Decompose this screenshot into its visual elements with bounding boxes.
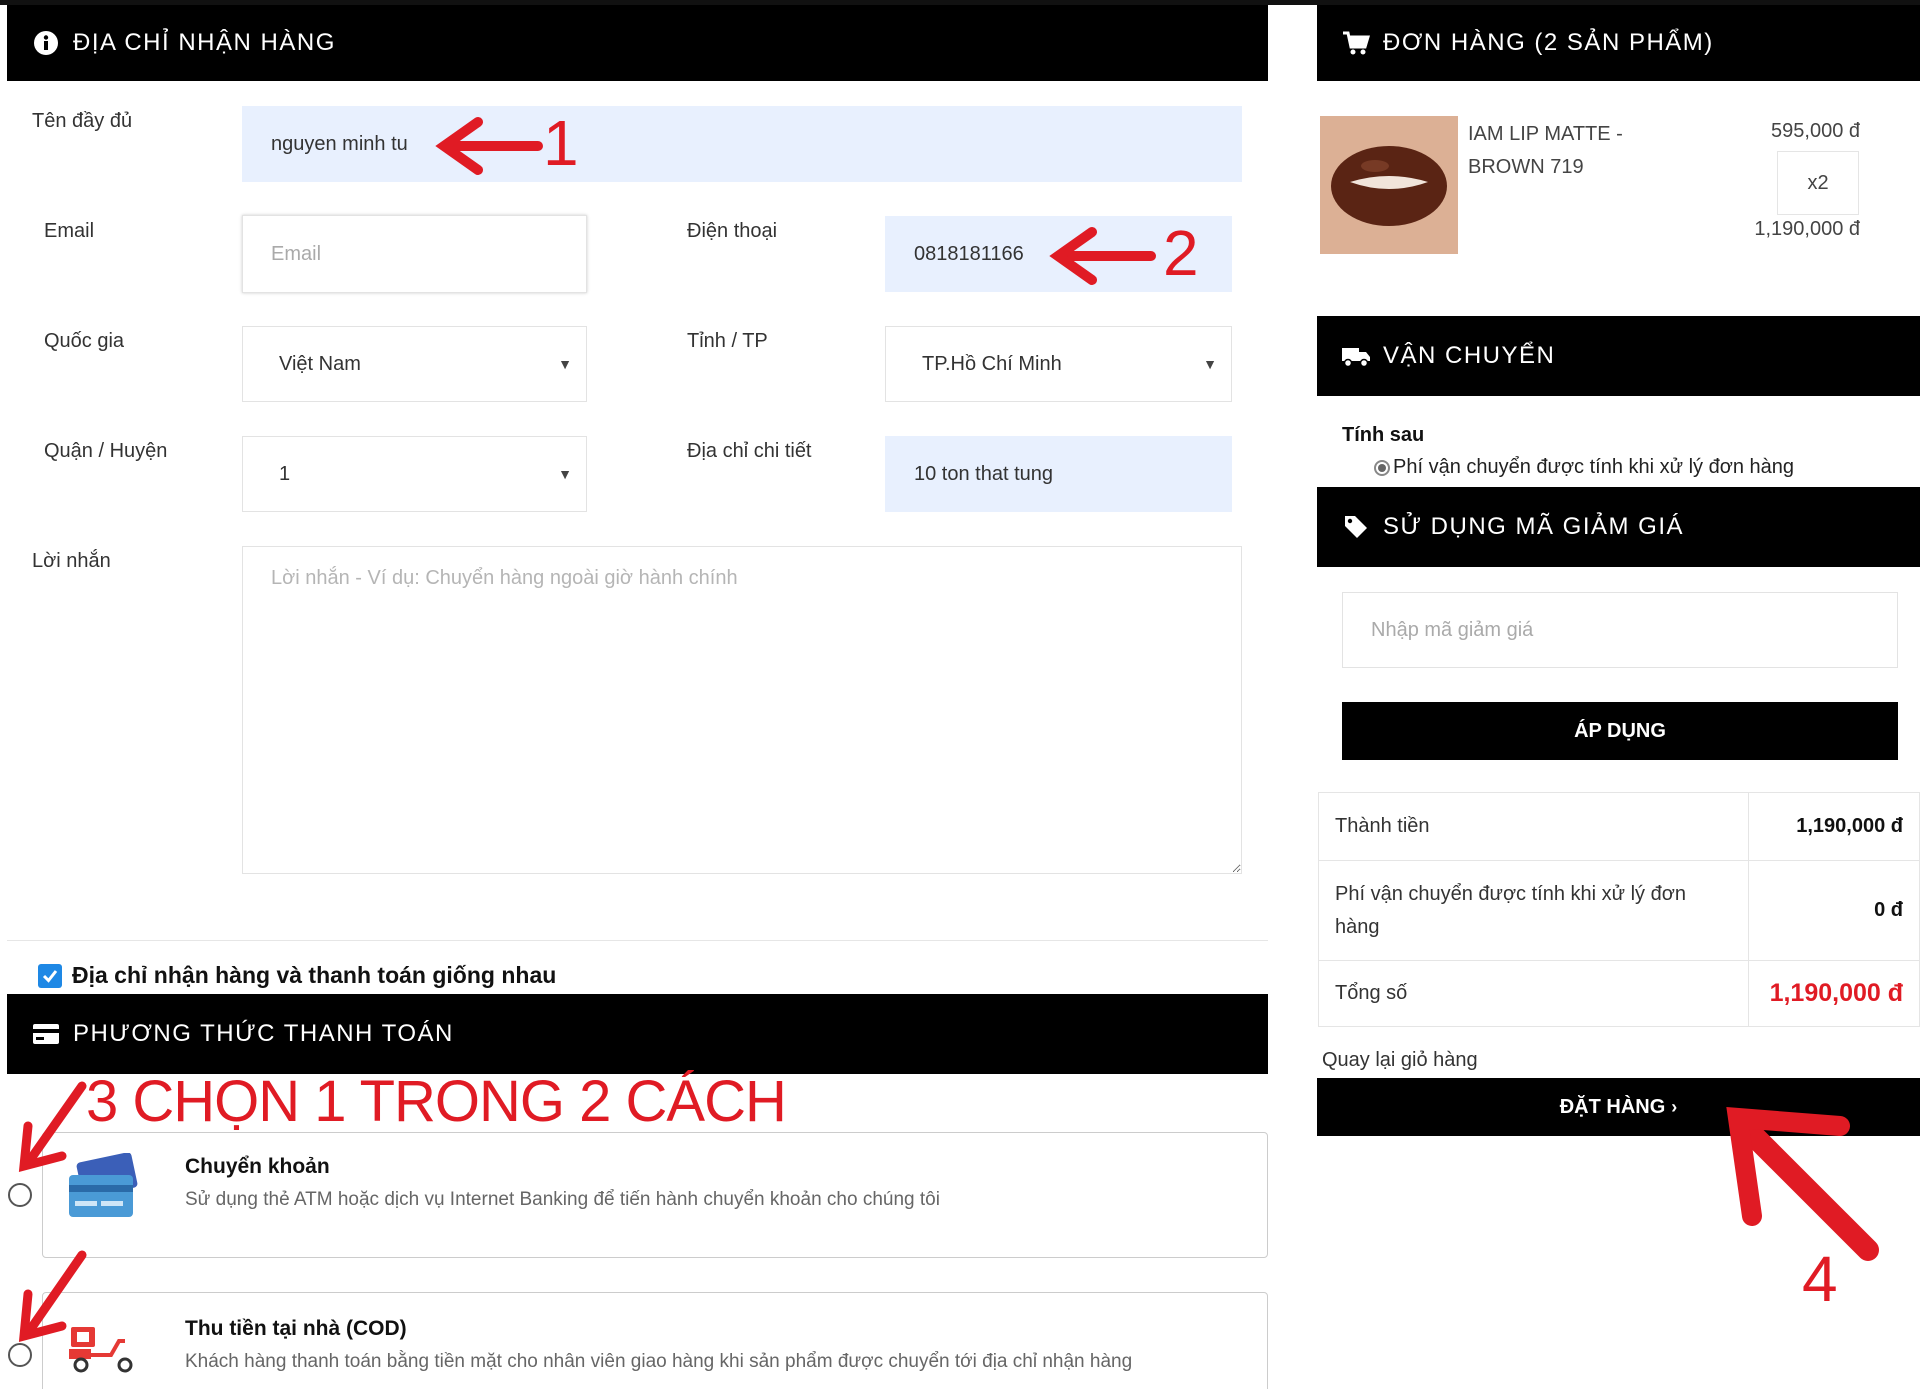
info-icon [31, 28, 61, 58]
discount-header: SỬ DỤNG MÃ GIẢM GIÁ [1317, 487, 1920, 567]
phone-label: Điện thoại [687, 220, 778, 242]
tag-icon [1341, 512, 1371, 542]
same-address-label: Địa chỉ nhận hàng và thanh toán giống nh… [72, 962, 557, 988]
shipping-method-radio[interactable] [1374, 459, 1390, 476]
shipping-title: VẬN CHUYỂN [1383, 342, 1556, 369]
full-name-field[interactable]: nguyen minh tu [242, 106, 1242, 182]
annotation-2-label: 2 [1163, 217, 1199, 289]
product-line-total: 1,190,000 đ [1754, 218, 1860, 240]
shipping-method-label: Phí vận chuyển được tính khi xử lý đơn h… [1393, 456, 1795, 478]
bank-card-icon [65, 1152, 141, 1228]
province-value: TP.Hồ Chí Minh [922, 352, 1062, 375]
chevron-down-icon: ▼ [558, 356, 572, 372]
order-header: ĐƠN HÀNG (2 SẢN PHẨM) [1317, 5, 1920, 81]
total-label: Tổng số [1318, 960, 1749, 1027]
shipping-fee-label: Phí vận chuyển được tính khi xử lý đơn h… [1318, 860, 1749, 961]
shipping-address-title: ĐỊA CHỈ NHẬN HÀNG [73, 29, 336, 56]
annotation-3-label: 3 CHỌN 1 TRONG 2 CÁCH [86, 1069, 787, 1134]
district-select[interactable]: 1 ▼ [242, 436, 587, 512]
bank-transfer-desc: Sử dụng thẻ ATM hoặc dịch vụ Internet Ba… [185, 1189, 940, 1210]
subtotal-value: 1,190,000 đ [1748, 792, 1920, 861]
email-placeholder: Email [271, 242, 322, 265]
section-divider [7, 940, 1268, 941]
credit-card-icon [31, 1019, 61, 1049]
annotation-1-label: 1 [543, 107, 579, 179]
address-field[interactable]: 10 ton that tung [885, 436, 1232, 512]
phone-value: 0818181166 [914, 242, 1024, 265]
order-summary-table: Thành tiền 1,190,000 đ Phí vận chuyển đư… [1318, 792, 1920, 1027]
address-label: Địa chỉ chi tiết [687, 440, 812, 462]
chevron-right-icon: › [1671, 1096, 1678, 1117]
same-address-checkbox-row[interactable]: Địa chỉ nhận hàng và thanh toán giống nh… [38, 962, 556, 989]
total-value: 1,190,000 đ [1748, 960, 1920, 1027]
annotation-arrow-4 [1726, 1107, 1879, 1261]
bank-transfer-title: Chuyển khoản [185, 1155, 330, 1178]
discount-title: SỬ DỤNG MÃ GIẢM GIÁ [1383, 513, 1685, 540]
back-to-cart-link[interactable]: Quay lại giỏ hàng [1322, 1049, 1478, 1072]
summary-row-total: Tổng số 1,190,000 đ [1318, 960, 1920, 1027]
cod-desc: Khách hàng thanh toán bằng tiền mặt cho … [185, 1351, 1133, 1372]
shipping-address-header: ĐỊA CHỈ NHẬN HÀNG [7, 5, 1268, 81]
apply-discount-button[interactable]: ÁP DỤNG [1342, 702, 1898, 760]
delivery-scooter-icon [67, 1325, 137, 1378]
payment-title: PHƯƠNG THỨC THANH TOÁN [73, 1020, 454, 1047]
message-textarea[interactable] [242, 546, 1242, 874]
province-label: Tỉnh / TP [687, 330, 768, 352]
summary-row-shipping: Phí vận chuyển được tính khi xử lý đơn h… [1318, 860, 1920, 961]
product-unit-price: 595,000 đ [1771, 120, 1860, 142]
shipping-method-title: Tính sau [1342, 424, 1425, 446]
chevron-down-icon: ▼ [1203, 356, 1217, 372]
shipping-fee-value: 0 đ [1748, 860, 1920, 961]
place-order-label: ĐẶT HÀNG [1559, 1095, 1666, 1118]
place-order-button[interactable]: ĐẶT HÀNG › [1317, 1078, 1920, 1136]
summary-row-subtotal: Thành tiền 1,190,000 đ [1318, 792, 1920, 861]
product-image[interactable] [1320, 116, 1458, 254]
shipping-method-option[interactable]: Phí vận chuyển được tính khi xử lý đơn h… [1374, 456, 1794, 479]
country-value: Việt Nam [279, 352, 361, 375]
cart-icon [1341, 28, 1371, 58]
shipping-fee-label-line1: Phí vận chuyển được tính khi xử lý đơn [1335, 882, 1686, 905]
product-name-line1: IAM LIP MATTE - [1468, 123, 1623, 145]
email-field[interactable]: Email [242, 215, 587, 293]
same-address-checkbox[interactable] [38, 963, 62, 988]
full-name-value: nguyen minh tu [271, 132, 408, 155]
subtotal-label: Thành tiền [1318, 792, 1749, 861]
cod-title: Thu tiền tại nhà (COD) [185, 1317, 407, 1340]
product-quantity[interactable]: x2 [1777, 151, 1859, 215]
shipping-header: VẬN CHUYỂN [1317, 316, 1920, 396]
truck-icon [1341, 341, 1371, 371]
payment-radio-bank-transfer[interactable] [8, 1183, 32, 1207]
discount-placeholder: Nhập mã giảm giá [1371, 618, 1534, 641]
payment-option-bank-transfer[interactable]: Chuyển khoản Sử dụng thẻ ATM hoặc dịch v… [42, 1132, 1268, 1258]
email-label: Email [44, 220, 95, 242]
province-select[interactable]: TP.Hồ Chí Minh ▼ [885, 326, 1232, 402]
product-name-line2: BROWN 719 [1468, 156, 1584, 178]
order-title: ĐƠN HÀNG (2 SẢN PHẨM) [1383, 29, 1714, 56]
full-name-label: Tên đầy đủ [32, 110, 133, 132]
country-label: Quốc gia [44, 330, 125, 352]
annotation-4-label: 4 [1802, 1243, 1838, 1315]
discount-code-input[interactable]: Nhập mã giảm giá [1342, 592, 1898, 668]
payment-option-cod[interactable]: Thu tiền tại nhà (COD) Khách hàng thanh … [42, 1292, 1268, 1389]
message-label: Lời nhắn [32, 550, 111, 572]
shipping-fee-label-line2: hàng [1335, 915, 1380, 938]
district-label: Quận / Huyện [44, 440, 168, 462]
chevron-down-icon: ▼ [558, 466, 572, 482]
payment-header: PHƯƠNG THỨC THANH TOÁN [7, 994, 1268, 1074]
district-value: 1 [279, 462, 291, 485]
product-name[interactable]: IAM LIP MATTE - BROWN 719 [1468, 118, 1623, 184]
country-select[interactable]: Việt Nam ▼ [242, 326, 587, 402]
address-value: 10 ton that tung [914, 462, 1054, 485]
payment-radio-cod[interactable] [8, 1343, 32, 1367]
